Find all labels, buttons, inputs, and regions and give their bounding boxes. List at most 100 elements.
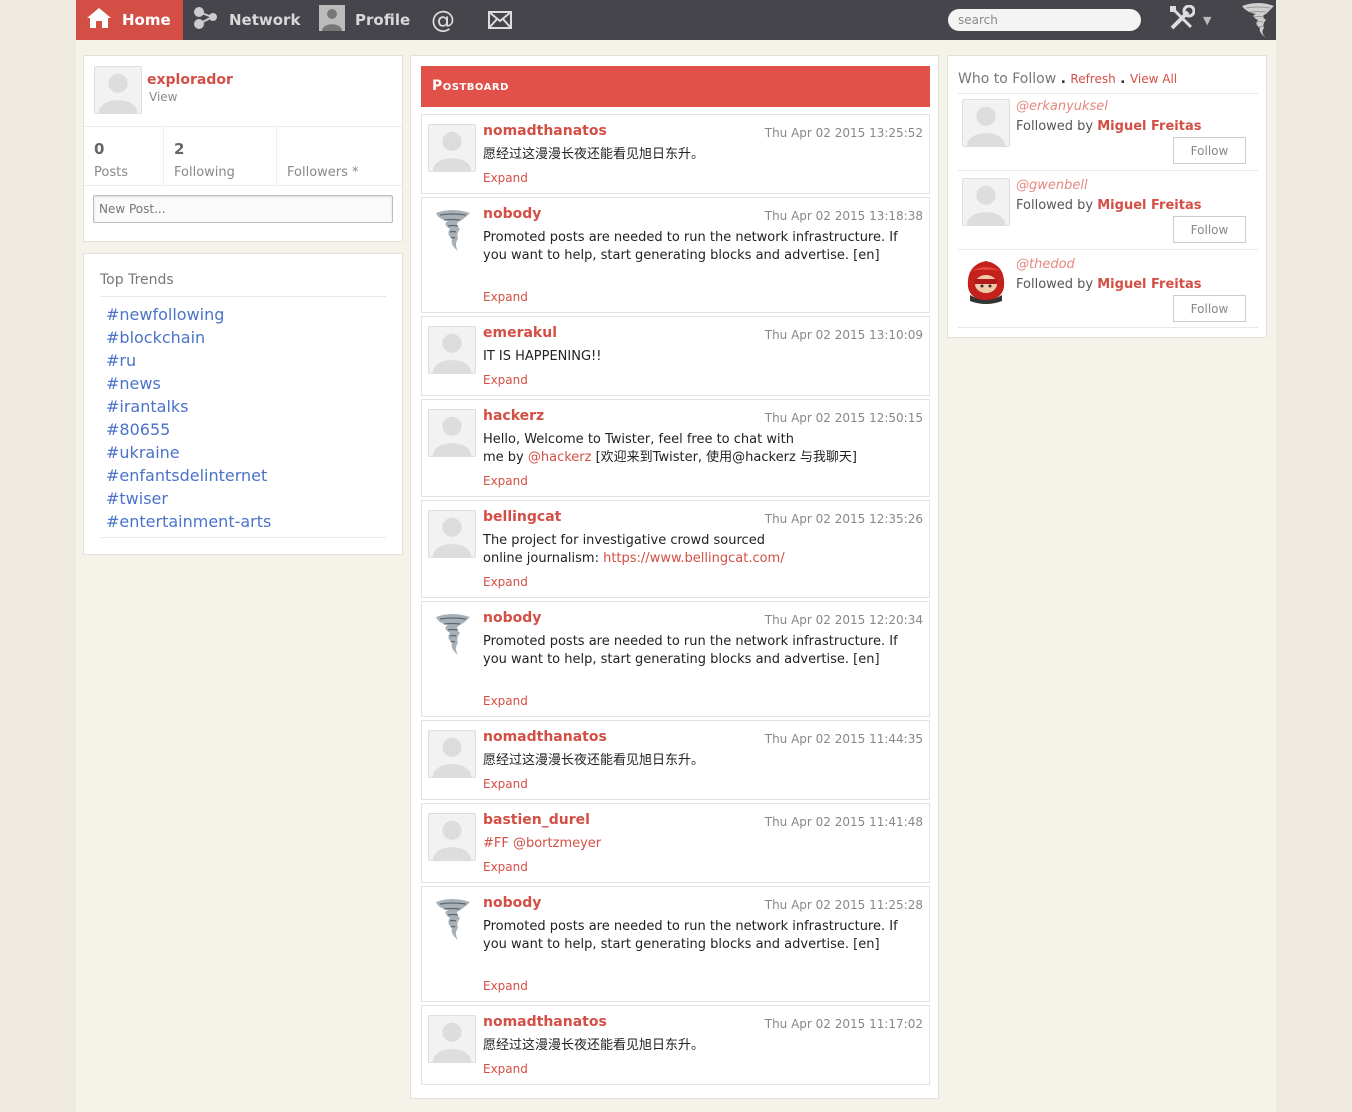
messages-icon[interactable] [488,0,512,40]
nav-profile-label: Profile [355,11,411,29]
new-post-input[interactable] [93,195,393,223]
post-author[interactable]: nomadthanatos [483,729,607,745]
url-link[interactable]: https://www.bellingcat.com/ [603,551,785,566]
expand-link[interactable]: Expand [483,373,528,387]
trend-link[interactable]: #80655 [106,418,271,441]
expand-link[interactable]: Expand [483,1062,528,1076]
post-author[interactable]: emerakul [483,325,557,341]
suggested-user-handle[interactable]: @gwenbell [1016,178,1088,193]
refresh-link[interactable]: Refresh [1070,72,1115,86]
post-timestamp[interactable]: Thu Apr 02 2015 12:35:26 [765,512,923,526]
divider [958,170,1258,171]
followed-by-text: Followed by Miguel Freitas [1016,198,1201,213]
stat-followers-label: Followers * [287,165,359,180]
suggested-user-handle[interactable]: @erkanyuksel [1016,99,1108,114]
followed-by-label: Followed by [1016,119,1094,134]
tornado-avatar-icon[interactable] [428,896,476,944]
avatar[interactable] [428,813,476,861]
search-input[interactable] [948,9,1141,31]
post-timestamp[interactable]: Thu Apr 02 2015 11:25:28 [765,898,923,912]
followed-by-user[interactable]: Miguel Freitas [1097,277,1201,292]
post-timestamp[interactable]: Thu Apr 02 2015 13:25:52 [765,126,923,140]
avatar[interactable] [428,730,476,778]
stat-posts[interactable]: 0 Posts [84,127,164,185]
trend-link[interactable]: #news [106,372,271,395]
avatar[interactable] [428,1015,476,1063]
avatar[interactable] [94,66,142,114]
expand-link[interactable]: Expand [483,171,528,185]
post: nobody Thu Apr 02 2015 11:25:28 Promoted… [421,886,930,1002]
expand-link[interactable]: Expand [483,694,528,708]
avatar[interactable] [962,99,1010,147]
post-text: IT IS HAPPENING!! [483,349,602,364]
red-hood-avatar-icon[interactable] [962,257,1010,305]
trend-link[interactable]: #irantalks [106,395,271,418]
avatar[interactable] [962,178,1010,226]
view-all-link[interactable]: View All [1130,72,1177,86]
avatar[interactable] [428,326,476,374]
expand-link[interactable]: Expand [483,290,528,304]
trend-link[interactable]: #ru [106,349,271,372]
follow-button[interactable]: Follow [1173,216,1246,243]
trend-link[interactable]: #blockchain [106,326,271,349]
post-timestamp[interactable]: Thu Apr 02 2015 11:44:35 [765,732,923,746]
expand-link[interactable]: Expand [483,777,528,791]
expand-link[interactable]: Expand [483,474,528,488]
follow-suggestion: @gwenbell Followed by Miguel Freitas Fol… [958,173,1258,251]
nav-network[interactable]: Network [193,0,300,40]
followed-by-user[interactable]: Miguel Freitas [1097,119,1201,134]
post-author[interactable]: nomadthanatos [483,1014,607,1030]
nav-profile[interactable]: Profile [319,0,410,40]
suggested-user-handle[interactable]: @thedod [1016,257,1075,272]
post-author[interactable]: nomadthanatos [483,123,607,139]
tornado-avatar-icon[interactable] [428,207,476,255]
mention-link[interactable]: @hackerz [528,450,592,465]
post-author[interactable]: bastien_durel [483,812,590,828]
mentions-icon[interactable]: @ [431,0,455,40]
post-author[interactable]: nobody [483,206,541,222]
post-text-line: [欢迎来到Twister, 使用@hackerz 与我聊天] [591,450,857,465]
trend-link[interactable]: #ukraine [106,441,271,464]
expand-link[interactable]: Expand [483,860,528,874]
trend-link[interactable]: #entertainment-arts [106,510,271,533]
trend-link[interactable]: #enfantsdelinternet [106,464,271,487]
follow-button[interactable]: Follow [1173,137,1246,164]
follow-suggestion: @thedod Followed by Miguel Freitas Follo… [958,252,1258,330]
avatar[interactable] [428,124,476,172]
post-author[interactable]: bellingcat [483,509,561,525]
tornado-avatar-icon[interactable] [428,611,476,659]
post-author[interactable]: nobody [483,895,541,911]
expand-link[interactable]: Expand [483,979,528,993]
post-timestamp[interactable]: Thu Apr 02 2015 11:41:48 [765,815,923,829]
hashtag-link[interactable]: #FF @bortzmeyer [483,836,601,851]
post-timestamp[interactable]: Thu Apr 02 2015 13:18:38 [765,209,923,223]
followed-by-user[interactable]: Miguel Freitas [1097,198,1201,213]
avatar[interactable] [428,409,476,457]
post-timestamp[interactable]: Thu Apr 02 2015 11:17:02 [765,1017,923,1031]
expand-link[interactable]: Expand [483,575,528,589]
followed-by-text: Followed by Miguel Freitas [1016,277,1201,292]
followed-by-text: Followed by Miguel Freitas [1016,119,1201,134]
trend-link[interactable]: #twiser [106,487,271,510]
post-author[interactable]: nobody [483,610,541,626]
profile-username[interactable]: explorador [147,72,233,88]
trend-link[interactable]: #newfollowing [106,303,271,326]
nav-home[interactable]: Home [76,0,183,40]
stat-posts-label: Posts [94,165,128,180]
view-profile-link[interactable]: View [149,90,177,104]
avatar[interactable] [428,510,476,558]
stat-posts-count: 0 [94,140,105,158]
top-navigation-bar: Home Network Profile @ ▼ [76,0,1276,40]
post-text: Promoted posts are needed to run the net… [483,919,898,952]
follow-button[interactable]: Follow [1173,295,1246,322]
stat-following[interactable]: 2 Following [164,127,277,185]
post-timestamp[interactable]: Thu Apr 02 2015 13:10:09 [765,328,923,342]
post-author[interactable]: hackerz [483,408,544,424]
stat-followers[interactable]: Followers * [277,127,402,185]
twister-logo-icon[interactable] [1240,2,1276,40]
settings-menu[interactable]: ▼ [1169,4,1219,33]
post-timestamp[interactable]: Thu Apr 02 2015 12:50:15 [765,411,923,425]
post-timestamp[interactable]: Thu Apr 02 2015 12:20:34 [765,613,923,627]
post: bastien_durel Thu Apr 02 2015 11:41:48 #… [421,803,930,883]
who-to-follow-header: Who to Follow . Refresh . View All [958,71,1177,87]
